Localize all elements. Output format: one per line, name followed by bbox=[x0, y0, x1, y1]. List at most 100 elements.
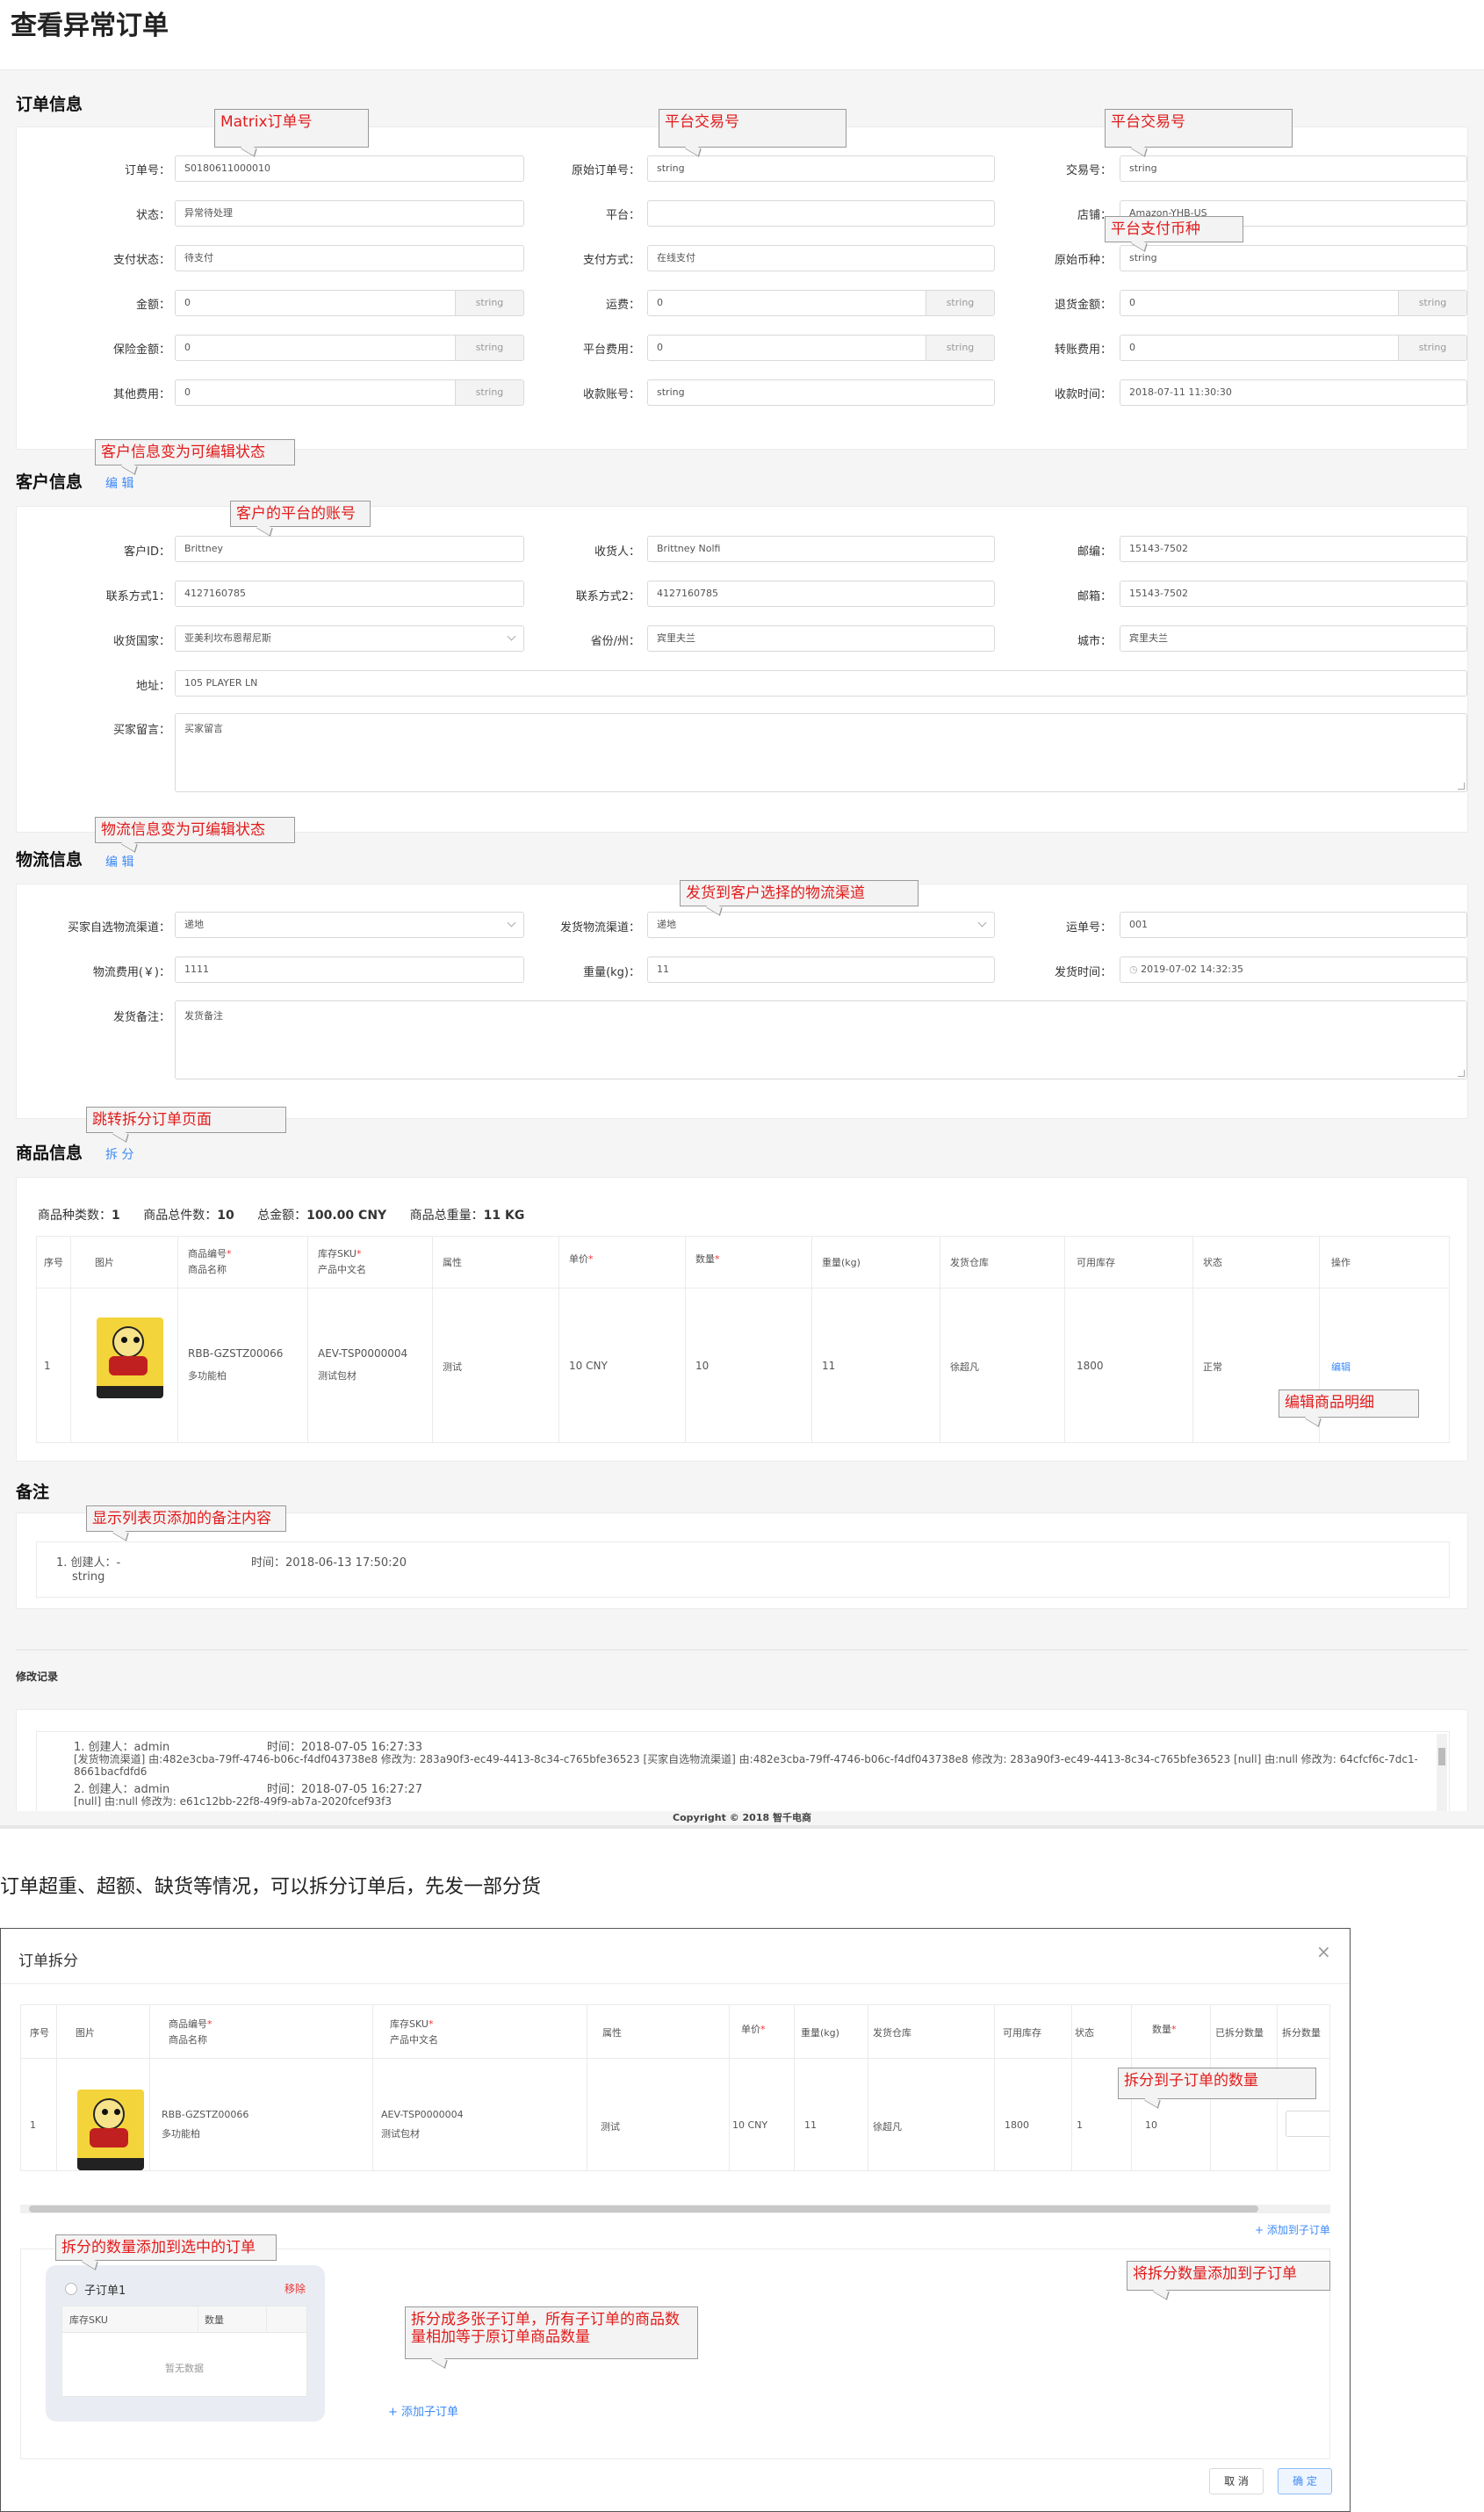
status-field[interactable]: 异常待处理 bbox=[175, 200, 524, 227]
phone2-field[interactable]: 4127160785 bbox=[647, 581, 995, 607]
add-suborder-button[interactable]: + 添加子订单 bbox=[388, 2402, 458, 2419]
col-divider bbox=[994, 2005, 995, 2170]
ship-time-picker[interactable]: ◷ 2019-07-02 14:32:35 bbox=[1120, 956, 1467, 983]
message-label: 买家留言： bbox=[112, 724, 170, 737]
weight-field[interactable]: 11 bbox=[647, 956, 995, 983]
total-value: 10 bbox=[217, 1209, 234, 1223]
city-field[interactable]: 宾里夫兰 bbox=[1120, 625, 1467, 652]
col-code-text: 商品编号 bbox=[169, 2018, 207, 2030]
ship-channel-select[interactable]: 递地 bbox=[647, 912, 995, 938]
sub-col-sku: 库存SKU bbox=[69, 2314, 108, 2326]
receive-acct-field[interactable]: string bbox=[647, 379, 995, 406]
row-sku: AEV-TSP0000004 bbox=[381, 2109, 464, 2120]
row-qty: 10 bbox=[695, 1360, 710, 1372]
row-cname: 测试包材 bbox=[381, 2128, 420, 2140]
country-select[interactable]: 亚美利坎布恩帮尼斯 bbox=[175, 625, 524, 652]
address-field[interactable]: 105 PLAYER LN bbox=[175, 670, 1467, 697]
col-price: 单价* bbox=[569, 1252, 594, 1267]
row-name: 多功能柏 bbox=[162, 2128, 200, 2140]
zip-field[interactable]: 15143-7502 bbox=[1120, 581, 1467, 607]
annotation-line-2: 量相加等于原订单商品数量 bbox=[411, 2328, 590, 2346]
other-fee-label: 其他费用： bbox=[112, 388, 170, 401]
remove-suborder-link[interactable]: 移除 bbox=[285, 2281, 306, 2296]
col-split-qty: 拆分数量 bbox=[1282, 2027, 1321, 2039]
logistics-fee-field[interactable]: 1111 bbox=[175, 956, 524, 983]
return-fee-field[interactable]: 0 string bbox=[1120, 290, 1467, 316]
close-icon[interactable]: × bbox=[1316, 1941, 1331, 1962]
other-fee-field[interactable]: 0 string bbox=[175, 379, 524, 406]
email-field[interactable]: 15143-7502 bbox=[1120, 536, 1467, 562]
row-attr: 测试 bbox=[601, 2121, 620, 2133]
col-price-text: 单价 bbox=[741, 2024, 760, 2035]
buyer-channel-select[interactable]: 递地 bbox=[175, 912, 524, 938]
row-qty: 10 bbox=[1145, 2119, 1157, 2131]
confirm-button[interactable]: 确 定 bbox=[1278, 2468, 1332, 2494]
add-to-suborder-button[interactable]: + 添加到子订单 bbox=[1255, 2222, 1330, 2237]
row-sku: AEV-TSP0000004 bbox=[318, 1347, 408, 1360]
section-history-title: 修改记录 bbox=[16, 1671, 59, 1683]
phone1-field[interactable]: 4127160785 bbox=[175, 581, 524, 607]
tracking-label: 运单号： bbox=[1065, 921, 1112, 935]
insurance-field[interactable]: 0 string bbox=[175, 335, 524, 361]
ship-note-textarea[interactable]: 发货备注 bbox=[175, 1000, 1467, 1079]
scrollbar-thumb[interactable] bbox=[29, 2205, 1258, 2212]
suborder-radio[interactable] bbox=[65, 2283, 77, 2295]
row-seq: 1 bbox=[30, 2119, 36, 2131]
suborder-card[interactable]: 子订单1 移除 库存SKU 数量 暂无数据 bbox=[46, 2265, 325, 2422]
plus-icon: + bbox=[388, 2406, 402, 2419]
platform-field[interactable] bbox=[647, 200, 995, 227]
explanation-text: 订单超重、超额、缺货等情况，可以拆分订单后，先发一部分货 bbox=[0, 1876, 542, 1898]
amount-field[interactable]: 0 string bbox=[175, 290, 524, 316]
col-qty-text: 数量 bbox=[1152, 2024, 1171, 2035]
bee-eye bbox=[114, 2109, 120, 2115]
cancel-button[interactable]: 取 消 bbox=[1209, 2468, 1264, 2494]
logistics-edit-link[interactable]: 编 辑 bbox=[105, 853, 133, 870]
scrollbar-thumb[interactable] bbox=[1438, 1748, 1445, 1765]
receive-acct-label: 收款账号： bbox=[582, 388, 640, 401]
trade-no-field[interactable]: string bbox=[1120, 155, 1467, 182]
horizontal-scrollbar[interactable] bbox=[20, 2205, 1330, 2213]
ship-channel-label: 发货物流渠道： bbox=[559, 921, 640, 935]
freight-field[interactable]: 0 string bbox=[647, 290, 995, 316]
receive-time-field[interactable]: 2018-07-11 11:30:30 bbox=[1120, 379, 1467, 406]
col-seq: 序号 bbox=[30, 2027, 49, 2039]
required-mark: * bbox=[207, 2018, 213, 2030]
status-label: 状态： bbox=[135, 209, 170, 222]
total-label: 商品总件数： bbox=[143, 1209, 218, 1223]
message-textarea[interactable]: 买家留言 bbox=[175, 713, 1467, 792]
bee-eye bbox=[121, 1337, 127, 1343]
row-edit-link[interactable]: 编辑 bbox=[1331, 1360, 1351, 1374]
pay-method-field[interactable]: 在线支付 bbox=[647, 245, 995, 271]
orig-currency-field[interactable]: string bbox=[1120, 245, 1467, 271]
platform-fee-field[interactable]: 0 string bbox=[647, 335, 995, 361]
split-qty-input[interactable] bbox=[1286, 2111, 1329, 2137]
col-stock: 可用库存 bbox=[1003, 2027, 1041, 2039]
orig-order-no-label: 原始订单号： bbox=[571, 164, 640, 177]
scrollbar[interactable] bbox=[1437, 1734, 1447, 1822]
remark-creator: 1. 创建人：- bbox=[56, 1556, 121, 1570]
customer-edit-link[interactable]: 编 辑 bbox=[105, 474, 133, 492]
transfer-fee-field[interactable]: 0 string bbox=[1120, 335, 1467, 361]
col-qty: 数量* bbox=[695, 1252, 720, 1267]
bee-body bbox=[90, 2128, 128, 2147]
amount-label: 金额： bbox=[135, 299, 170, 312]
order-no-field[interactable]: S0180611000010 bbox=[175, 155, 524, 182]
col-status: 状态 bbox=[1203, 1257, 1222, 1268]
province-field[interactable]: 宾里夫兰 bbox=[647, 625, 995, 652]
required-mark: * bbox=[1171, 2024, 1177, 2035]
customer-id-field[interactable]: Brittney bbox=[175, 536, 524, 562]
receiver-field[interactable]: Brittney Nolfi bbox=[647, 536, 995, 562]
orig-order-no-field[interactable]: string bbox=[647, 155, 995, 182]
buyer-channel-value: 递地 bbox=[184, 919, 204, 930]
annotation-add-to-selected: 拆分的数量添加到选中的订单 bbox=[55, 2234, 277, 2261]
resize-handle-icon[interactable] bbox=[1458, 1070, 1465, 1077]
col-divider bbox=[149, 2005, 150, 2170]
split-order-link[interactable]: 拆 分 bbox=[105, 1145, 133, 1163]
freight-label: 运费： bbox=[605, 299, 640, 312]
annotation-platform-trade-no: 平台交易号 bbox=[659, 109, 846, 148]
col-weight: 重量(kg) bbox=[822, 1257, 861, 1268]
resize-handle-icon[interactable] bbox=[1458, 783, 1465, 790]
annotation-trade-no: 平台交易号 bbox=[1105, 109, 1293, 148]
pay-status-field[interactable]: 待支付 bbox=[175, 245, 524, 271]
tracking-field[interactable]: 001 bbox=[1120, 912, 1467, 938]
